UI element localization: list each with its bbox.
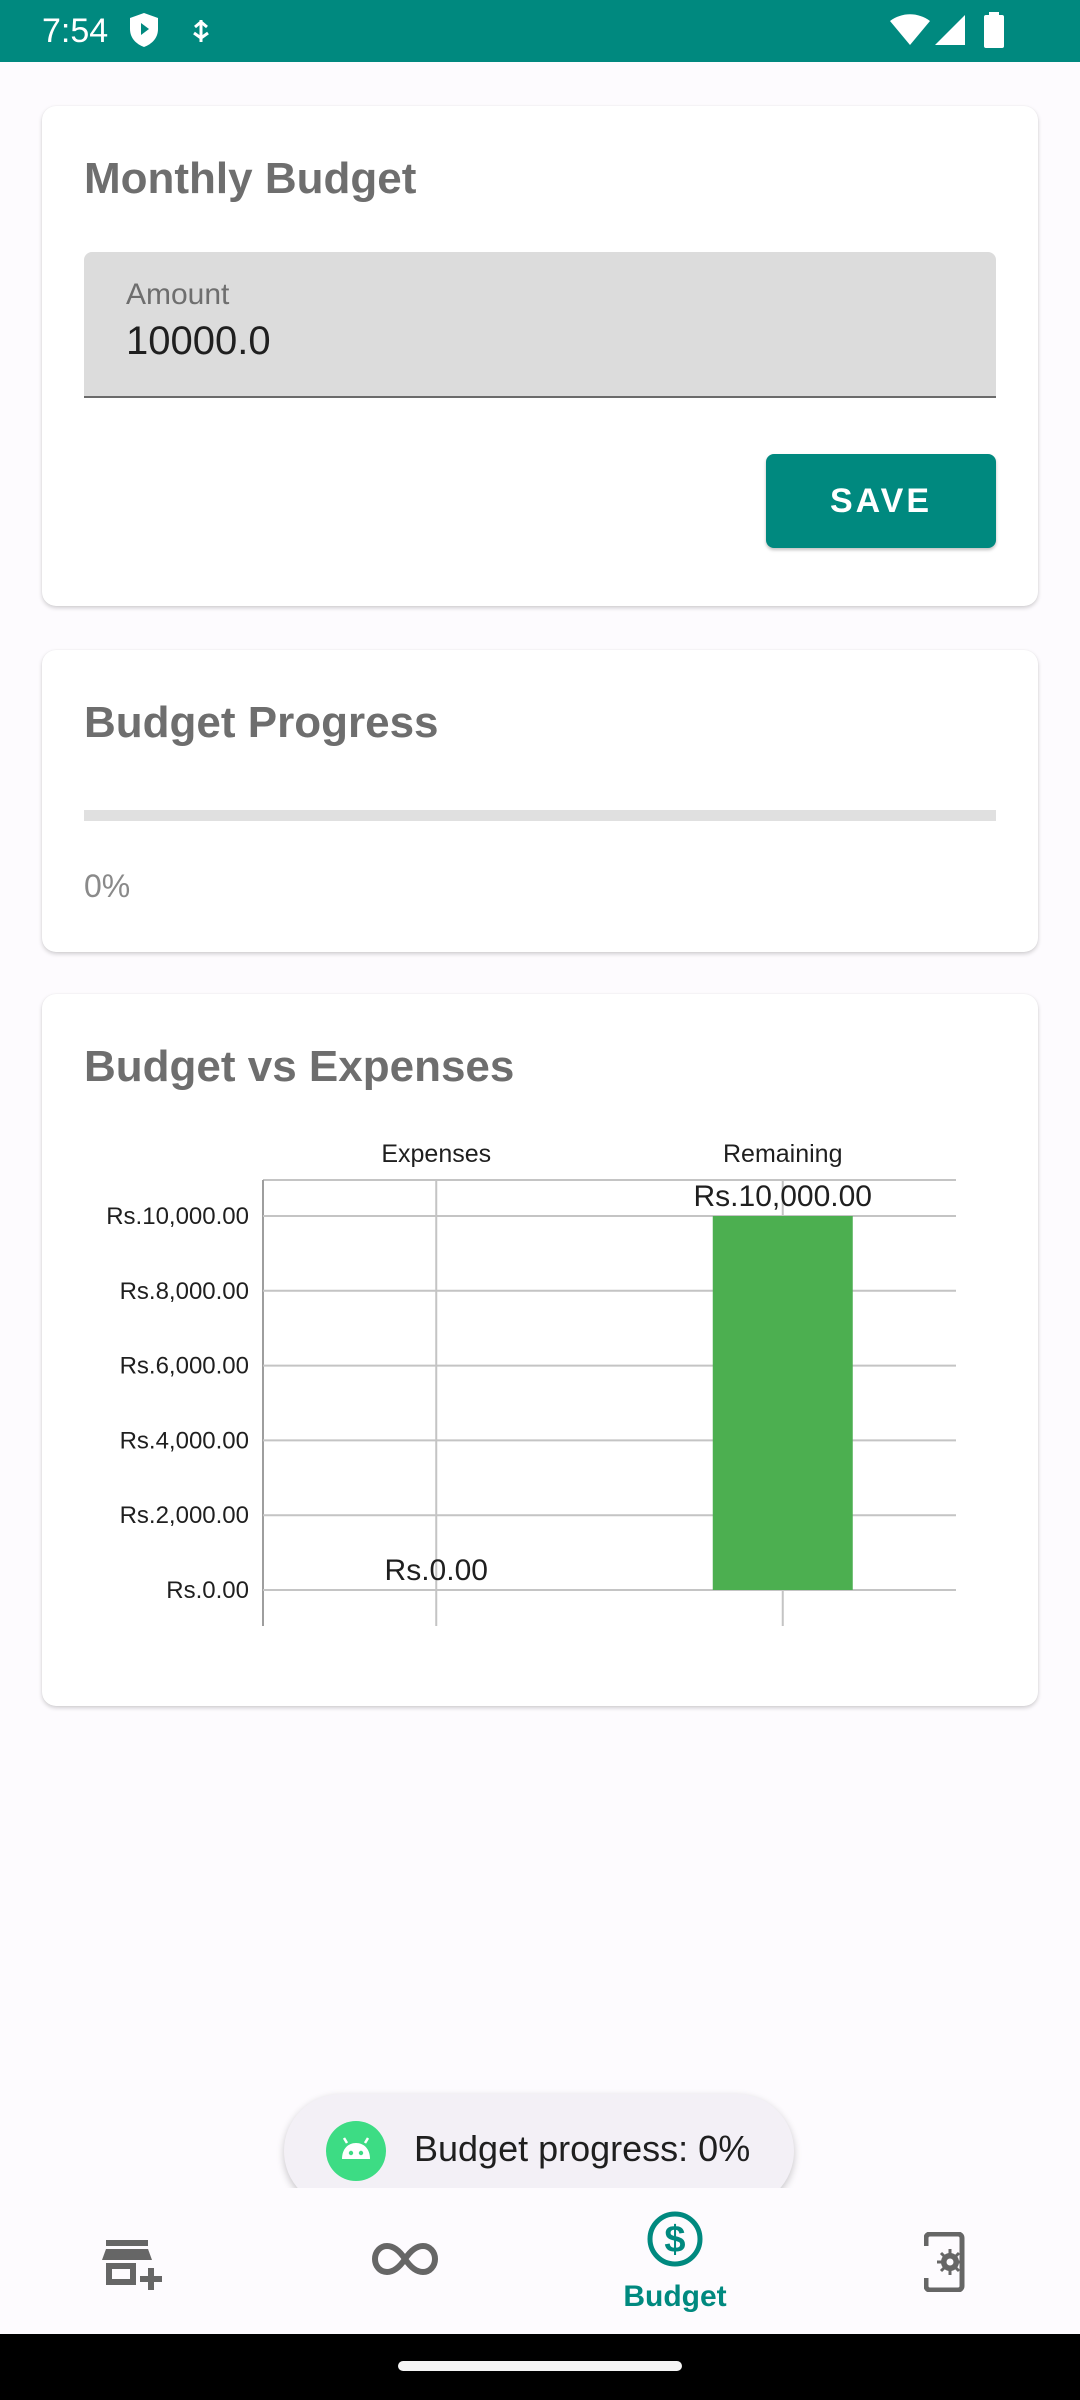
monthly-budget-title: Monthly Budget bbox=[84, 154, 417, 203]
chart-category-label: Remaining bbox=[723, 1140, 843, 1168]
nav-item-settings[interactable] bbox=[810, 2188, 1080, 2334]
wifi-icon bbox=[890, 14, 930, 45]
nav-label-budget: Budget bbox=[623, 2280, 727, 2313]
chart-category-label: Expenses bbox=[381, 1140, 491, 1168]
dollar-circle-icon: $ bbox=[647, 2211, 703, 2267]
system-navigation-bar bbox=[0, 2334, 1080, 2400]
nav-item-budget[interactable]: $ Budget bbox=[540, 2188, 810, 2334]
home-gesture-handle[interactable] bbox=[398, 2361, 682, 2371]
nav-item-add-store[interactable] bbox=[0, 2188, 270, 2334]
save-button[interactable]: SAVE bbox=[766, 454, 996, 548]
infinity-icon bbox=[372, 2242, 438, 2276]
signal-icon bbox=[935, 15, 965, 45]
chart-data-label: Rs.10,000.00 bbox=[694, 1180, 872, 1213]
bottom-navigation: $ Budget bbox=[0, 2188, 1080, 2334]
chart-data-label: Rs.0.00 bbox=[385, 1554, 488, 1587]
budget-progress-bar bbox=[84, 810, 996, 821]
amount-label: Amount bbox=[126, 278, 230, 311]
usb-debug-icon bbox=[193, 20, 209, 42]
budget-vs-expenses-chart: Rs.0.00 Rs.2,000.00 Rs.4,000.00 Rs.6,000.00… bbox=[106, 1140, 956, 1626]
chart-y-tick-label: Rs.4,000.00 bbox=[120, 1427, 249, 1454]
chart-y-tick-label: Rs.6,000.00 bbox=[120, 1353, 249, 1380]
status-time: 7:54 bbox=[42, 12, 109, 50]
battery-icon bbox=[984, 12, 1004, 48]
shield-icon bbox=[130, 13, 158, 47]
chart-y-tick-label: Rs.10,000.00 bbox=[106, 1203, 249, 1230]
nav-item-recurring[interactable] bbox=[270, 2188, 540, 2334]
chart-bar bbox=[712, 1216, 853, 1590]
status-bar: 7:54 bbox=[0, 0, 1080, 62]
toast-message: Budget progress: 0% bbox=[414, 2128, 751, 2169]
phone-settings-icon bbox=[924, 2232, 965, 2292]
amount-input[interactable] bbox=[126, 314, 926, 368]
chart-y-tick-label: Rs.2,000.00 bbox=[120, 1502, 249, 1529]
add-store-icon bbox=[102, 2240, 162, 2290]
android-icon bbox=[326, 2121, 386, 2181]
budget-progress-card: Budget Progress 0% bbox=[42, 650, 1038, 952]
monthly-budget-card: Monthly Budget Amount SAVE bbox=[42, 106, 1038, 606]
svg-text:$: $ bbox=[664, 2219, 685, 2261]
chart-y-tick-label: Rs.0.00 bbox=[166, 1577, 249, 1604]
amount-field[interactable]: Amount bbox=[84, 252, 996, 398]
budget-progress-percent: 0% bbox=[84, 868, 131, 904]
budget-vs-expenses-card: Budget vs Expenses Rs.0.00 Rs.2,000.00 Rs.… bbox=[42, 994, 1038, 1706]
budget-progress-title: Budget Progress bbox=[84, 698, 439, 747]
chart-y-tick-label: Rs.8,000.00 bbox=[120, 1278, 249, 1305]
